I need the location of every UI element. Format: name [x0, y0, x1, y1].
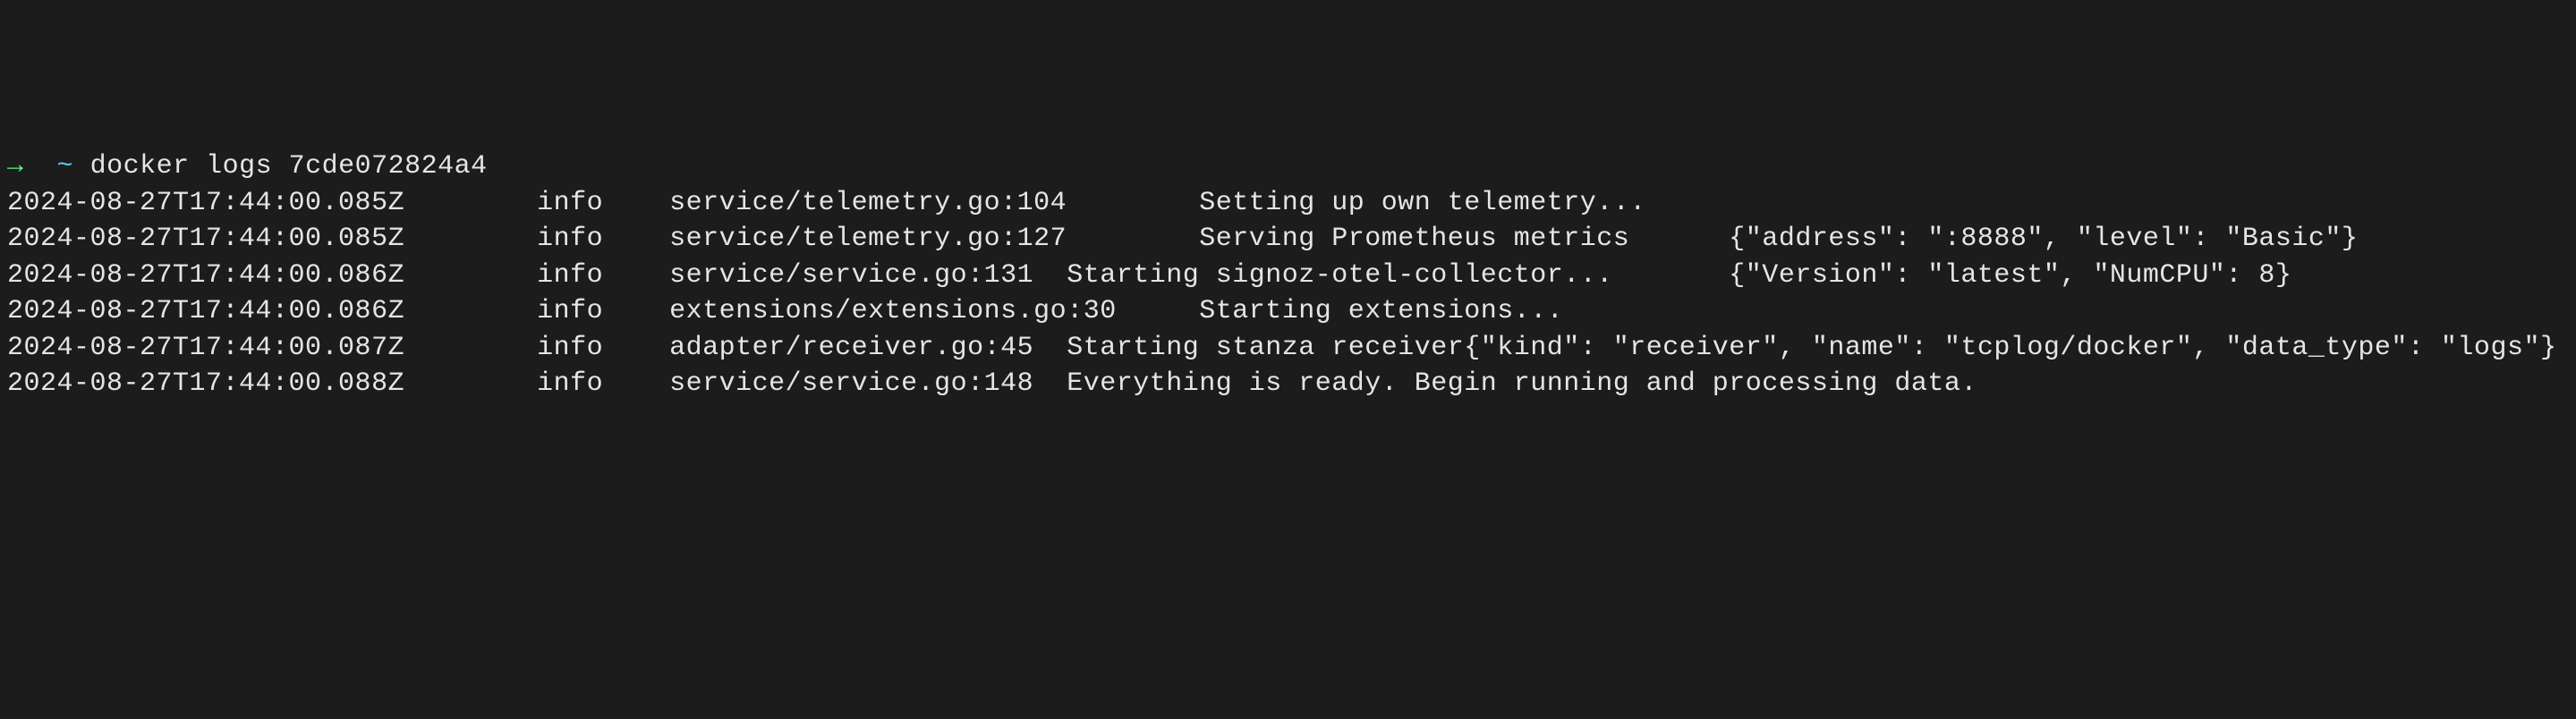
terminal[interactable]: → ~ docker logs 7cde072824a4 2024-08-27T…: [0, 145, 2576, 406]
command-text: docker logs 7cde072824a4: [90, 151, 488, 182]
log-output: 2024-08-27T17:44:00.085Z info service/te…: [7, 188, 2556, 400]
prompt-path: ~: [57, 151, 74, 182]
prompt-arrow-icon: →: [7, 151, 24, 182]
